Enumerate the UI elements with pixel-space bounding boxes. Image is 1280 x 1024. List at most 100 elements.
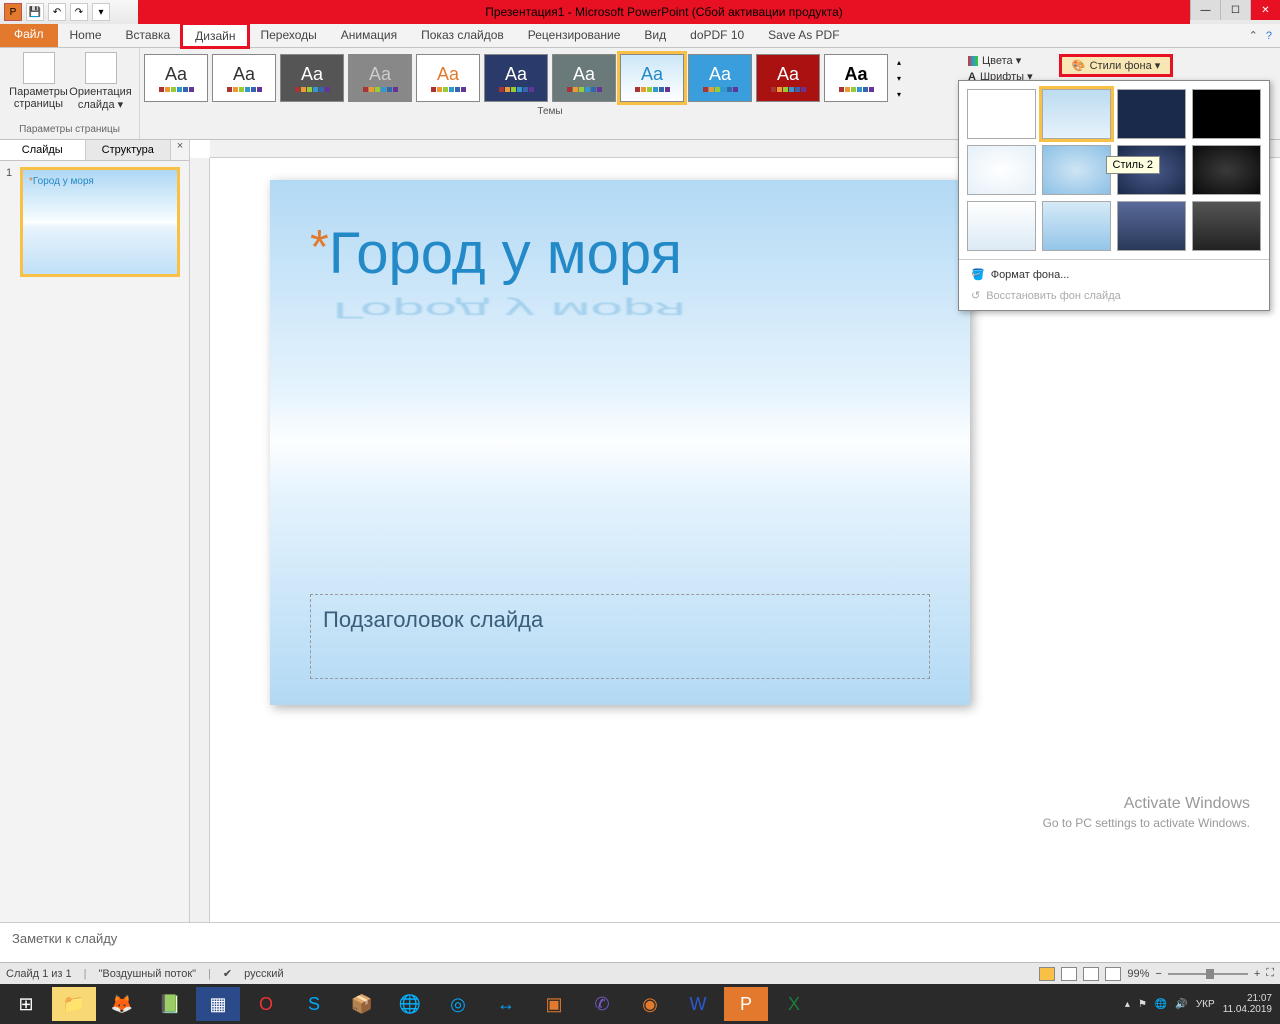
theme-thumb[interactable]: Aa: [552, 54, 616, 102]
tab-outline[interactable]: Структура: [86, 140, 172, 160]
theme-thumb[interactable]: Aa: [620, 54, 684, 102]
slide-thumbnail[interactable]: 1 *Город у моря: [6, 167, 183, 277]
theme-gallery[interactable]: Aa Aa Aa Aa Aa Aa Aa Aa Aa Aa Aa ▴ ▾ ▾: [140, 48, 960, 108]
orientation-button[interactable]: Ориентация слайда ▾: [71, 52, 131, 111]
slideshow-view-icon[interactable]: [1105, 967, 1121, 981]
tab-view[interactable]: Вид: [632, 24, 678, 47]
bg-style-10[interactable]: [1042, 201, 1111, 251]
quick-access-toolbar: P 💾 ↶ ↷ ▾: [0, 3, 114, 21]
tab-saveaspdf[interactable]: Save As PDF: [756, 24, 851, 47]
theme-thumb[interactable]: Aa: [688, 54, 752, 102]
tray-language[interactable]: УКР: [1196, 999, 1215, 1010]
bg-style-12[interactable]: [1192, 201, 1261, 251]
close-panel-icon[interactable]: ×: [171, 140, 189, 160]
teamviewer-icon[interactable]: ↔: [484, 987, 528, 1021]
tab-home[interactable]: Home: [58, 24, 114, 47]
maximize-button[interactable]: ☐: [1220, 0, 1250, 20]
sorter-view-icon[interactable]: [1061, 967, 1077, 981]
bg-style-3[interactable]: [1117, 89, 1186, 139]
minimize-button[interactable]: —: [1190, 0, 1220, 20]
background-styles-button[interactable]: 🎨 Стили фона ▾: [1059, 54, 1173, 77]
bg-style-9[interactable]: [967, 201, 1036, 251]
theme-thumb[interactable]: Aa: [348, 54, 412, 102]
excel-icon[interactable]: X: [772, 987, 816, 1021]
page-setup-button[interactable]: Параметры страницы: [9, 52, 69, 111]
tab-animation[interactable]: Анимация: [329, 24, 409, 47]
tray-up-icon[interactable]: ▴: [1125, 999, 1130, 1010]
colors-button[interactable]: Цвета ▾: [968, 54, 1043, 67]
orientation-icon: [85, 52, 117, 84]
vertical-ruler: [190, 158, 210, 922]
language-indicator[interactable]: русский: [244, 968, 283, 980]
notes-pane[interactable]: Заметки к слайду: [0, 922, 1280, 962]
tab-design[interactable]: Дизайн: [182, 24, 248, 47]
tab-transitions[interactable]: Переходы: [248, 24, 328, 47]
skype-icon[interactable]: S: [292, 987, 336, 1021]
theme-thumb[interactable]: Aa: [416, 54, 480, 102]
start-button[interactable]: ⊞: [4, 987, 48, 1021]
tab-insert[interactable]: Вставка: [114, 24, 183, 47]
network-icon[interactable]: 🌐: [1155, 999, 1167, 1010]
tab-slides[interactable]: Слайды: [0, 140, 86, 160]
bg-style-2[interactable]: [1042, 89, 1111, 139]
thumb-number: 1: [6, 167, 16, 277]
format-background-menu[interactable]: 🪣 Формат фона...: [959, 264, 1269, 285]
word-icon[interactable]: W: [676, 987, 720, 1021]
bg-style-4[interactable]: [1192, 89, 1261, 139]
theme-thumb[interactable]: Aa: [484, 54, 548, 102]
theme-thumb[interactable]: Aa: [144, 54, 208, 102]
qat-dropdown-icon[interactable]: ▾: [92, 3, 110, 21]
theme-thumb[interactable]: Aa: [824, 54, 888, 102]
bg-style-6[interactable]: [1042, 145, 1111, 195]
title-bar: P 💾 ↶ ↷ ▾ Презентация1 - Microsoft Power…: [0, 0, 1280, 24]
tab-dopdf[interactable]: doPDF 10: [678, 24, 756, 47]
slide[interactable]: *Город у моря *Город у моря Подзаголовок…: [270, 180, 970, 705]
slide-title[interactable]: *Город у моря: [310, 220, 930, 287]
gallery-more-icon[interactable]: ▾: [892, 90, 906, 99]
zoom-slider[interactable]: [1168, 973, 1248, 975]
bg-style-8[interactable]: [1192, 145, 1261, 195]
opera-icon[interactable]: O: [244, 987, 288, 1021]
save-icon[interactable]: 💾: [26, 3, 44, 21]
powerpoint-taskbar-icon[interactable]: P: [724, 987, 768, 1021]
viber-icon[interactable]: ✆: [580, 987, 624, 1021]
close-button[interactable]: ✕: [1250, 0, 1280, 20]
app-icon[interactable]: ▣: [532, 987, 576, 1021]
redo-icon[interactable]: ↷: [70, 3, 88, 21]
zoom-out-icon[interactable]: −: [1155, 968, 1161, 980]
bg-style-11[interactable]: [1117, 201, 1186, 251]
chrome-icon[interactable]: 🌐: [388, 987, 432, 1021]
app-icon[interactable]: 📗: [148, 987, 192, 1021]
app-icon[interactable]: ◎: [436, 987, 480, 1021]
file-tab[interactable]: Файл: [0, 24, 58, 47]
reading-view-icon[interactable]: [1083, 967, 1099, 981]
spellcheck-icon[interactable]: ✔: [223, 967, 232, 980]
virtualbox-icon[interactable]: 📦: [340, 987, 384, 1021]
help-icon[interactable]: ?: [1266, 30, 1272, 42]
volume-icon[interactable]: 🔊: [1175, 999, 1187, 1010]
clock[interactable]: 21:07 11.04.2019: [1223, 993, 1272, 1015]
app-icon[interactable]: ◉: [628, 987, 672, 1021]
tooltip: Стиль 2: [1106, 156, 1160, 174]
bg-style-1[interactable]: [967, 89, 1036, 139]
gallery-scroll-up-icon[interactable]: ▴: [892, 58, 906, 67]
tab-slideshow[interactable]: Показ слайдов: [409, 24, 516, 47]
zoom-in-icon[interactable]: +: [1254, 968, 1260, 980]
bg-style-5[interactable]: [967, 145, 1036, 195]
theme-thumb[interactable]: Aa: [280, 54, 344, 102]
app-icon[interactable]: ▦: [196, 987, 240, 1021]
subtitle-placeholder[interactable]: Подзаголовок слайда: [310, 594, 930, 679]
undo-icon[interactable]: ↶: [48, 3, 66, 21]
explorer-icon[interactable]: 📁: [52, 987, 96, 1021]
theme-thumb[interactable]: Aa: [212, 54, 276, 102]
zoom-label: 99%: [1127, 968, 1149, 980]
gallery-scroll-down-icon[interactable]: ▾: [892, 74, 906, 83]
tab-review[interactable]: Рецензирование: [516, 24, 633, 47]
fit-window-icon[interactable]: ⛶: [1266, 967, 1274, 980]
action-center-icon[interactable]: ⚑: [1138, 999, 1147, 1010]
status-bar: Слайд 1 из 1 | "Воздушный поток" | ✔ рус…: [0, 962, 1280, 984]
normal-view-icon[interactable]: [1039, 967, 1055, 981]
ribbon-collapse-icon[interactable]: ⌃: [1249, 29, 1258, 42]
theme-thumb[interactable]: Aa: [756, 54, 820, 102]
firefox-icon[interactable]: 🦊: [100, 987, 144, 1021]
